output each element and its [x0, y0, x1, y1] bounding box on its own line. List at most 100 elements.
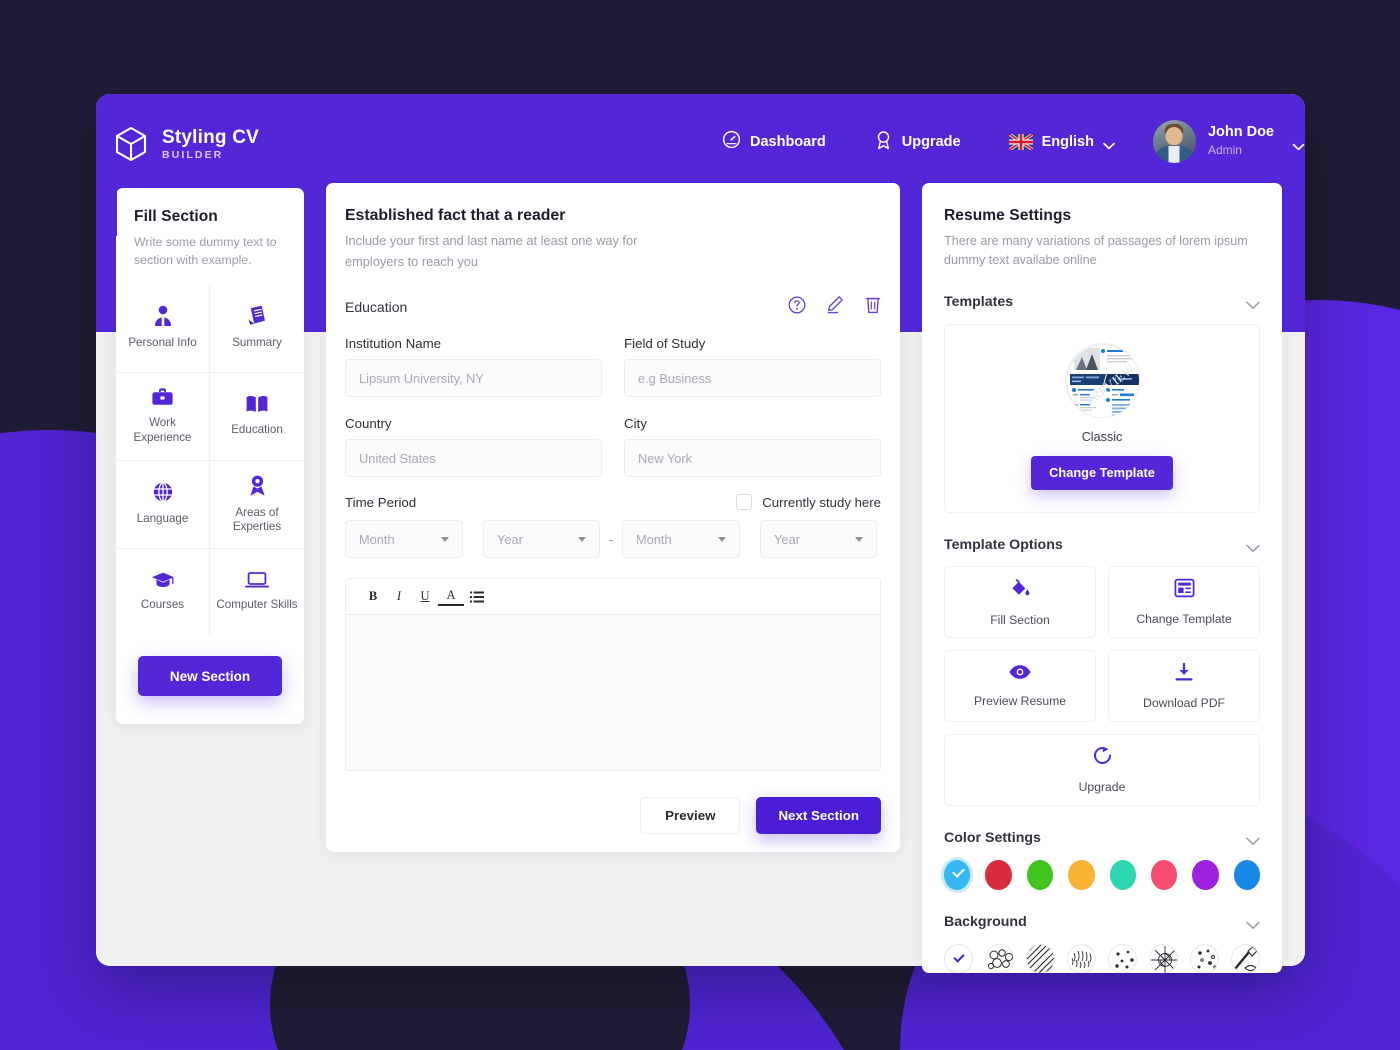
sidebar-item-language[interactable]: Language — [116, 459, 210, 548]
time-period-row: Month Year - Month Year — [345, 520, 881, 559]
option-label: Upgrade — [1078, 780, 1126, 795]
nav-item-upgrade[interactable]: Upgrade — [874, 130, 961, 154]
chevron-down-icon[interactable] — [1246, 917, 1260, 930]
section-name: Education — [345, 299, 408, 316]
institution-name-input[interactable]: Lipsum University, NY — [345, 359, 602, 398]
top-navigation: Dashboard Upgrade English John Doe Admin — [722, 120, 1305, 163]
nav-item-dashboard[interactable]: Dashboard — [722, 130, 826, 153]
bg-pattern-scribble-hatch[interactable] — [1067, 943, 1096, 973]
time-period-header: Time Period Currently study here — [345, 494, 881, 511]
page-title: Fill Section — [134, 208, 218, 225]
time-period-label: Time Period — [345, 494, 417, 510]
download-icon — [1174, 662, 1194, 687]
paint-bucket-icon — [1009, 577, 1031, 604]
sidebar-label: Work Experience — [133, 416, 192, 444]
background-section-header[interactable]: Background — [944, 914, 1260, 930]
bg-pattern-starburst[interactable] — [1149, 943, 1178, 973]
option-preview-resume[interactable]: Preview Resume — [944, 649, 1096, 722]
color-swatch-3[interactable] — [1068, 859, 1095, 890]
end-month-value: Month — [636, 531, 672, 547]
user-name: John Doe — [1207, 124, 1274, 140]
color-swatch-4[interactable] — [1109, 859, 1136, 890]
new-section-button[interactable]: New Section — [138, 656, 282, 696]
edit-icon[interactable] — [826, 295, 845, 319]
currently-study-here-checkbox[interactable]: Currently study here — [736, 494, 881, 511]
italic-icon[interactable]: I — [386, 584, 412, 610]
option-change-template[interactable]: Change Template — [1108, 565, 1260, 638]
underline-icon[interactable]: U — [412, 584, 438, 610]
change-template-button[interactable]: Change Template — [1031, 455, 1173, 490]
sidebar-label: Personal Info — [128, 336, 197, 350]
preview-button[interactable]: Preview — [640, 797, 741, 835]
option-fill-section[interactable]: Fill Section — [944, 565, 1096, 638]
color-swatch-1[interactable] — [985, 859, 1012, 890]
template-options-header[interactable]: Template Options — [944, 537, 1260, 553]
start-year-select[interactable]: Year — [483, 520, 600, 559]
end-year-select[interactable]: Year — [760, 520, 877, 559]
start-month-select[interactable]: Month — [345, 520, 463, 559]
color-settings-header[interactable]: Color Settings — [944, 830, 1260, 846]
templates-section-header[interactable]: Templates — [944, 294, 1260, 310]
chevron-down-icon[interactable] — [1246, 297, 1260, 310]
template-options-label: Template Options — [944, 536, 1063, 553]
sidebar-item-work-experience[interactable]: Work Experience — [116, 371, 210, 460]
bg-pattern-brush-stroke[interactable] — [1231, 943, 1260, 973]
sidebar-item-courses[interactable]: Courses — [116, 547, 210, 636]
option-label: Change Template — [1136, 611, 1232, 626]
sidebar-item-personal-info[interactable]: Personal Info — [116, 283, 210, 372]
template-name: Classic — [1081, 429, 1123, 444]
avatar — [1152, 120, 1196, 163]
sidebar-item-computer-skills[interactable]: Computer Skills — [210, 547, 304, 636]
option-upgrade[interactable]: Upgrade — [944, 733, 1260, 806]
sidebar-item-summary[interactable]: Summary — [210, 284, 304, 372]
field-label-institution-name: Institution Name — [345, 336, 442, 352]
help-icon[interactable] — [788, 296, 806, 319]
form-actions: Preview Next Section — [345, 797, 881, 835]
option-label: Fill Section — [990, 612, 1050, 627]
chevron-down-icon — [1292, 138, 1305, 150]
sidebar-item-areas-of-experties[interactable]: Areas of Experties — [210, 459, 304, 548]
country-input[interactable]: United States — [345, 439, 602, 478]
document-list-icon — [246, 304, 268, 327]
language-selector[interactable]: English — [1007, 132, 1115, 151]
speedometer-icon — [722, 130, 741, 153]
briefcase-icon — [151, 387, 174, 407]
graduation-cap-icon — [151, 571, 175, 589]
chevron-down-icon[interactable] — [1246, 833, 1260, 846]
checkbox-box — [736, 494, 753, 511]
bg-pattern-diagonal-lines[interactable] — [1026, 943, 1055, 973]
trash-icon[interactable] — [865, 295, 881, 319]
color-swatch-5[interactable] — [1150, 859, 1178, 890]
bold-icon[interactable]: B — [360, 584, 386, 610]
bullet-list-icon[interactable] — [464, 584, 490, 610]
text-color-icon[interactable]: A — [438, 588, 464, 606]
bg-pattern-dots-sparse[interactable] — [1108, 943, 1137, 973]
editor-content-area[interactable] — [346, 615, 880, 771]
chevron-down-icon — [441, 536, 449, 542]
sidebar-item-education[interactable]: Education — [210, 371, 304, 460]
editor-toolbar: B I U A — [346, 579, 880, 616]
sidebar-label: Summary — [232, 336, 282, 350]
option-download-pdf[interactable]: Download PDF — [1108, 649, 1260, 722]
end-month-select[interactable]: Month — [622, 520, 740, 559]
color-swatch-0[interactable] — [944, 859, 971, 890]
eye-icon — [1008, 664, 1032, 685]
brand-logo[interactable]: Styling CV BUILDER — [114, 126, 259, 162]
next-section-button[interactable]: Next Section — [756, 797, 881, 835]
field-label-field-of-study: Field of Study — [624, 336, 706, 352]
color-swatch-7[interactable] — [1233, 859, 1260, 890]
color-swatch-6[interactable] — [1192, 859, 1219, 890]
bg-pattern-bubbles[interactable] — [985, 943, 1014, 973]
panel-accent-bar — [113, 188, 117, 236]
fill-section-panel: Fill Section Write some dummy text to se… — [113, 188, 304, 724]
user-menu[interactable]: John Doe Admin — [1152, 120, 1305, 163]
brand-name: Styling CV — [162, 126, 260, 148]
field-of-study-input[interactable]: e.g Business — [624, 359, 881, 398]
bg-pattern-none-checked[interactable] — [944, 943, 973, 973]
color-swatch-2[interactable] — [1026, 859, 1054, 890]
chevron-down-icon — [718, 536, 726, 542]
city-input[interactable]: New York — [624, 439, 881, 478]
chevron-down-icon[interactable] — [1246, 540, 1260, 553]
language-label: English — [1041, 133, 1094, 150]
bg-pattern-dots-mixed[interactable] — [1190, 943, 1219, 973]
